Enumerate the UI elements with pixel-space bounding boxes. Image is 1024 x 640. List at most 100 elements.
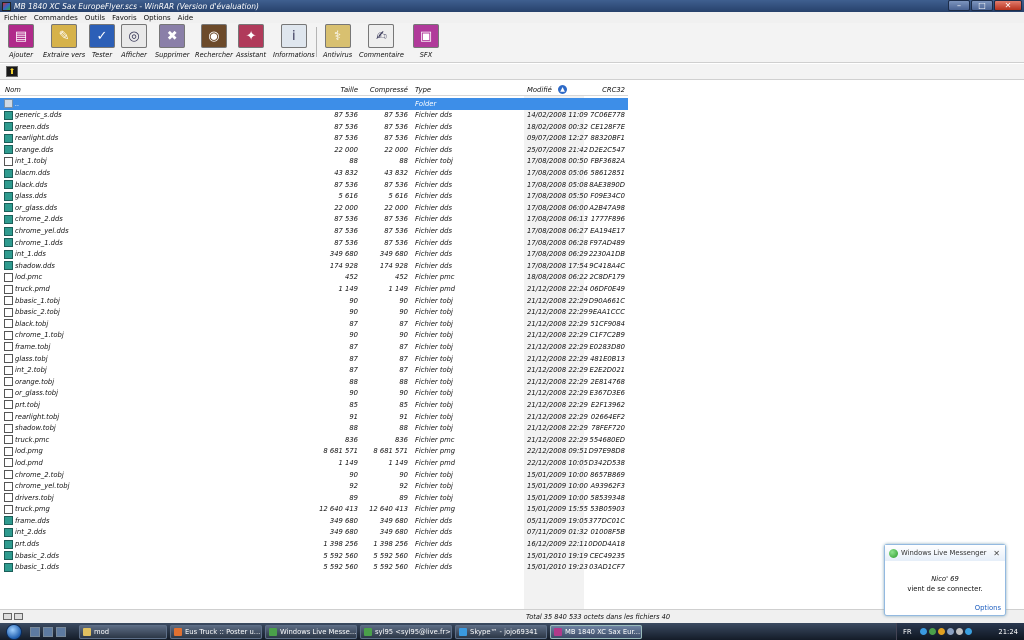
file-row[interactable]: lod.pmg 8 681 571 8 681 571 Fichier pmg 22/1… (0, 446, 628, 458)
file-row[interactable]: bbasic_1.dds 5 592 560 5 592 560 Fichier dd… (0, 562, 628, 574)
file-row[interactable]: int_2.tobj 87 87 Fichier tobj 21/12/2008 22:… (0, 365, 628, 377)
show-desktop-icon[interactable] (30, 626, 40, 637)
toolbar-button-commentaire[interactable]: ✍ Commentaire (359, 24, 404, 62)
file-row[interactable]: chrome_yel.dds 87 536 87 536 Fichier dds 17/… (0, 226, 628, 238)
file-modified: 21/12/2008 22:29 (527, 400, 588, 409)
file-row[interactable]: orange.dds 22 000 22 000 Fichier dds 25/07/2… (0, 144, 628, 156)
toolbar-button-extraire-vers[interactable]: ✎ Extraire vers (43, 24, 85, 62)
toolbar-button-ajouter[interactable]: ▤ Ajouter (8, 24, 34, 62)
file-row[interactable]: lod.pmc 452 452 Fichier pmc 18/08/2008 06:22… (0, 272, 628, 284)
column-header-crc[interactable]: CRC32 (602, 86, 625, 94)
taskbar-task[interactable]: Eus Truck :: Poster u... (170, 624, 262, 639)
file-row[interactable]: generic_s.dds 87 536 87 536 Fichier dds 14/0… (0, 110, 628, 122)
menu-outils[interactable]: Outils (85, 14, 105, 22)
column-header-compressed[interactable]: Compressé (370, 86, 408, 94)
file-row[interactable]: truck.pmg 12 640 413 12 640 413 Fichier pmg… (0, 504, 628, 516)
taskbar-task[interactable]: MB 1840 XC Sax Eur... (550, 624, 642, 639)
file-row[interactable]: truck.pmd 1 149 1 149 Fichier pmd 21/12/2008… (0, 284, 628, 296)
file-row[interactable]: chrome_1.dds 87 536 87 536 Fichier dds 17/08… (0, 237, 628, 249)
file-row[interactable]: chrome_1.tobj 90 90 Fichier tobj 21/12/2008 … (0, 330, 628, 342)
file-row[interactable]: glass.dds 5 616 5 616 Fichier dds 17/08/2008… (0, 191, 628, 203)
sort-ascending-icon[interactable]: ▲ (558, 85, 567, 94)
switch-windows-icon[interactable] (43, 626, 53, 637)
file-row[interactable]: truck.pmc 836 836 Fichier pmc 21/12/2008 22:… (0, 434, 628, 446)
column-header-type[interactable]: Type (415, 86, 431, 94)
column-header-name[interactable]: Nom (5, 86, 21, 94)
start-button[interactable] (6, 623, 22, 640)
file-row[interactable]: prt.tobj 85 85 Fichier tobj 21/12/2008 22:29… (0, 399, 628, 411)
file-row[interactable]: or_glass.dds 22 000 22 000 Fichier dds 17/08… (0, 202, 628, 214)
file-compressed: 5 616 (388, 192, 408, 201)
toolbar-button-antivirus[interactable]: ⚕ Antivirus (323, 24, 352, 62)
file-row[interactable]: bbasic_2.dds 5 592 560 5 592 560 Fichier dd… (0, 550, 628, 562)
file-row[interactable]: black.dds 87 536 87 536 Fichier dds 17/08/20… (0, 179, 628, 191)
menu-options[interactable]: Options (144, 14, 171, 22)
minimize-button[interactable]: – (948, 0, 970, 11)
file-row[interactable]: int_1.dds 349 680 349 680 Fichier dds 17/08/… (0, 249, 628, 261)
file-row[interactable]: rearlight.dds 87 536 87 536 Fichier dds 09/0… (0, 133, 628, 145)
file-row[interactable]: shadow.tobj 88 88 Fichier tobj 21/12/2008 22… (0, 423, 628, 435)
file-row[interactable]: rearlight.tobj 91 91 Fichier tobj 21/12/2008… (0, 411, 628, 423)
drive-icon[interactable] (3, 613, 12, 620)
file-row[interactable]: orange.tobj 88 88 Fichier tobj 21/12/2008 22… (0, 376, 628, 388)
toolbar-button-sfx[interactable]: ▣ SFX (413, 24, 439, 62)
taskbar-task[interactable]: mod (79, 624, 167, 639)
file-row[interactable]: int_2.dds 349 680 349 680 Fichier dds 07/11/… (0, 527, 628, 539)
file-row[interactable]: chrome_2.dds 87 536 87 536 Fichier dds 17/08… (0, 214, 628, 226)
file-row[interactable]: chrome_yel.tobj 92 92 Fichier tobj 15/01/200… (0, 481, 628, 493)
messenger-contact-name[interactable]: Nico' 69 (885, 575, 1005, 583)
toolbar-button-tester[interactable]: ✓ Tester (89, 24, 115, 62)
file-row[interactable]: lod.pmd 1 149 1 149 Fichier pmd 22/12/2008 1… (0, 457, 628, 469)
file-row[interactable]: prt.dds 1 398 256 1 398 256 Fichier dds 16/1… (0, 539, 628, 551)
file-modified: 16/12/2009 22:11 (527, 540, 588, 549)
toolbar-button-assistant[interactable]: ✦ Assistant (236, 24, 266, 62)
file-row[interactable]: blacm.dds 43 832 43 832 Fichier dds 17/08/20… (0, 168, 628, 180)
close-button[interactable]: ✕ (994, 0, 1022, 11)
file-size: 88 (349, 424, 358, 433)
file-row[interactable]: black.tobj 87 87 Fichier tobj 21/12/2008 22:… (0, 318, 628, 330)
file-row[interactable]: bbasic_2.tobj 90 90 Fichier tobj 21/12/2008 … (0, 307, 628, 319)
parent-folder-row[interactable]: .. Folder (0, 98, 628, 110)
toolbar-button-rechercher[interactable]: ◉ Rechercher (195, 24, 233, 62)
menu-aide[interactable]: Aide (178, 14, 193, 22)
menu-favoris[interactable]: Favoris (112, 14, 137, 22)
messenger-tray-icon[interactable] (928, 628, 936, 635)
toolbar-button-afficher[interactable]: ◎ Afficher (121, 24, 147, 62)
skype-tray-icon[interactable] (964, 628, 972, 635)
file-row[interactable]: glass.tobj 87 87 Fichier tobj 21/12/2008 22:… (0, 353, 628, 365)
taskbar-task[interactable]: Skype™ - jojo69341 (455, 624, 547, 639)
file-modified: 21/12/2008 22:29 (527, 389, 588, 398)
messenger-options-link[interactable]: Options (975, 604, 1001, 612)
menu-commandes[interactable]: Commandes (34, 14, 78, 22)
file-row[interactable]: int_1.tobj 88 88 Fichier tobj 17/08/2008 00:… (0, 156, 628, 168)
file-row[interactable]: shadow.dds 174 928 174 928 Fichier dds 17/08… (0, 260, 628, 272)
file-compressed: 87 (399, 354, 408, 363)
messenger-notification[interactable]: Windows Live Messenger ✕ Nico' 69 vient … (884, 544, 1006, 616)
browser-icon[interactable] (56, 626, 66, 637)
language-indicator[interactable]: FR (903, 628, 912, 636)
help-icon[interactable] (919, 628, 927, 635)
menu-fichier[interactable]: Fichier (4, 14, 27, 22)
file-row[interactable]: bbasic_1.tobj 90 90 Fichier tobj 21/12/2008 … (0, 295, 628, 307)
taskbar-task[interactable]: syl95 <syl95@live.fr> (360, 624, 452, 639)
key-icon[interactable] (14, 613, 23, 620)
column-header-size[interactable]: Taille (341, 86, 358, 94)
file-row[interactable]: frame.dds 349 680 349 680 Fichier dds 05/11/… (0, 515, 628, 527)
file-row[interactable]: or_glass.tobj 90 90 Fichier tobj 21/12/2008 … (0, 388, 628, 400)
file-row[interactable]: frame.tobj 87 87 Fichier tobj 21/12/2008 22:… (0, 341, 628, 353)
column-header-modified[interactable]: Modifié (527, 86, 552, 94)
messenger-close-button[interactable]: ✕ (993, 549, 1000, 558)
network-icon[interactable] (946, 628, 954, 635)
file-row[interactable]: chrome_2.tobj 90 90 Fichier tobj 15/01/2009 … (0, 469, 628, 481)
up-folder-button[interactable]: ⬆ (6, 66, 18, 77)
security-icon[interactable] (937, 628, 945, 635)
file-compressed: 1 398 256 (373, 540, 408, 549)
maximize-button[interactable]: □ (971, 0, 993, 11)
add-books-icon: ▤ (8, 24, 34, 48)
file-row[interactable]: green.dds 87 536 87 536 Fichier dds 18/02/20… (0, 121, 628, 133)
file-row[interactable]: drivers.tobj 89 89 Fichier tobj 15/01/2009 1… (0, 492, 628, 504)
volume-icon[interactable] (955, 628, 963, 635)
toolbar-button-supprimer[interactable]: ✖ Supprimer (155, 24, 189, 62)
toolbar-button-informations[interactable]: i Informations (273, 24, 315, 62)
taskbar-task[interactable]: Windows Live Messe... (265, 624, 357, 639)
